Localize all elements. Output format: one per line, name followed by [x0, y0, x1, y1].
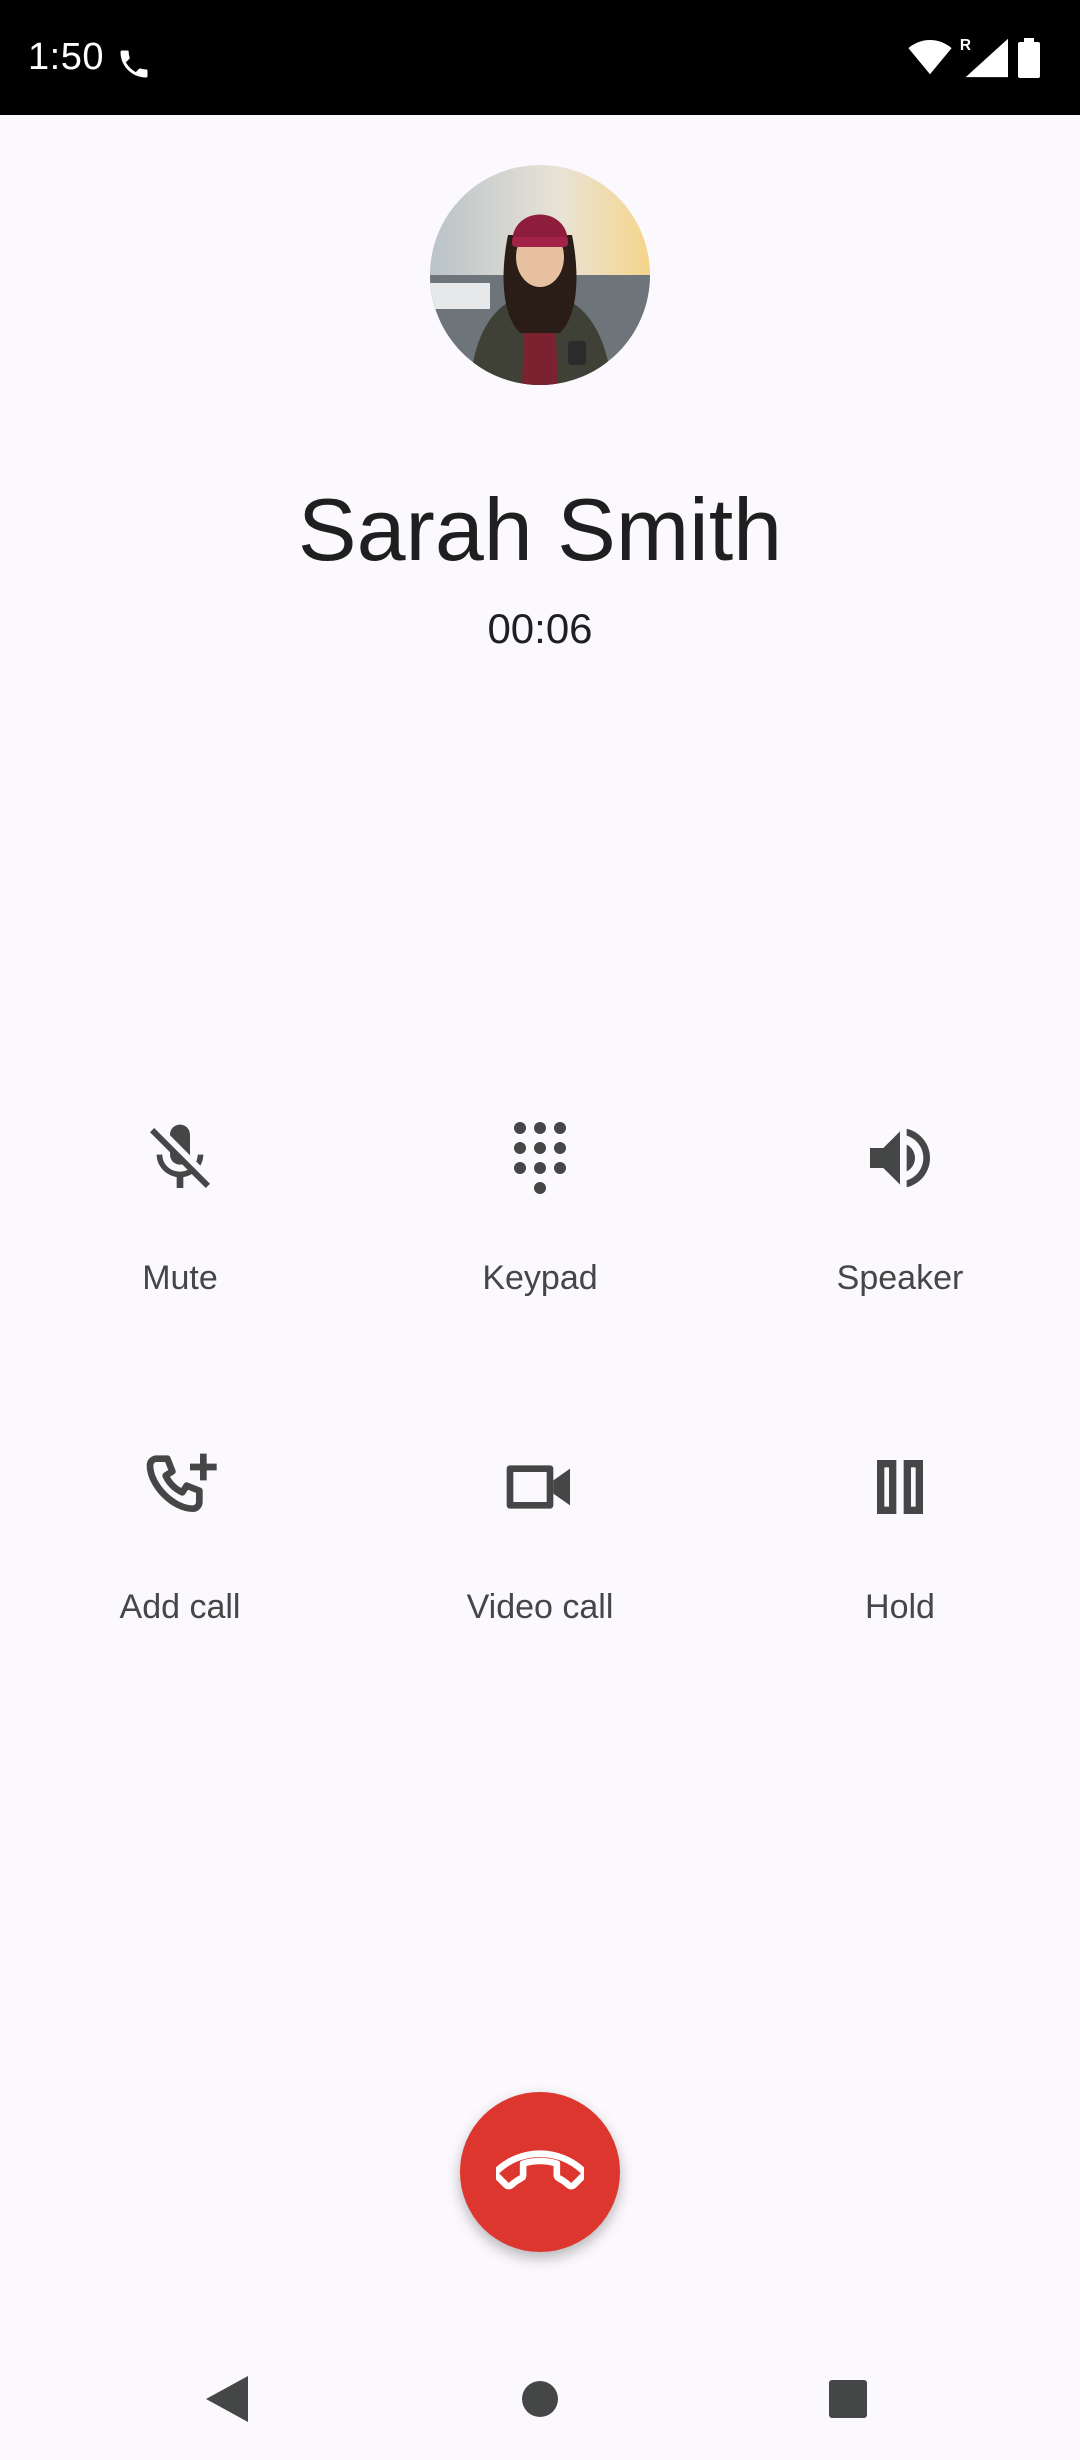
navigation-bar	[0, 2340, 1080, 2460]
add-call-button[interactable]: Add call	[30, 1447, 330, 1667]
wifi-icon	[908, 40, 952, 75]
keypad-label: Keypad	[482, 1259, 598, 1297]
mute-label: Mute	[142, 1259, 218, 1297]
status-time: 1:50	[28, 36, 104, 78]
end-call-button[interactable]	[460, 2092, 620, 2252]
back-icon[interactable]	[206, 2376, 248, 2422]
video-camera-icon	[506, 1465, 570, 1509]
recents-icon[interactable]	[829, 2380, 867, 2418]
battery-icon	[1018, 38, 1040, 78]
mic-off-icon	[150, 1124, 210, 1188]
speaker-icon	[870, 1128, 930, 1188]
phone-call-icon	[120, 50, 148, 78]
speaker-button[interactable]: Speaker	[750, 1118, 1050, 1338]
pause-icon	[877, 1460, 923, 1514]
keypad-button[interactable]: Keypad	[390, 1118, 690, 1338]
caller-name: Sarah Smith	[297, 480, 783, 579]
hold-label: Hold	[865, 1588, 935, 1626]
call-end-icon	[496, 2150, 584, 2190]
add-call-label: Add call	[119, 1588, 241, 1626]
mute-button[interactable]: Mute	[30, 1118, 330, 1338]
video-call-label: Video call	[466, 1588, 614, 1626]
caller-avatar	[430, 165, 650, 385]
add-call-icon	[146, 1453, 217, 1512]
dialpad-icon	[514, 1122, 566, 1194]
home-icon[interactable]	[521, 2380, 559, 2418]
svg-text:R: R	[960, 37, 971, 54]
video-call-button[interactable]: Video call	[390, 1447, 690, 1667]
signal-roaming-icon: R	[960, 37, 1008, 78]
hold-button[interactable]: Hold	[750, 1447, 1050, 1667]
status-bar: 1:50 R	[0, 0, 1080, 115]
call-timer: 00:06	[487, 605, 593, 652]
speaker-label: Speaker	[836, 1259, 964, 1297]
